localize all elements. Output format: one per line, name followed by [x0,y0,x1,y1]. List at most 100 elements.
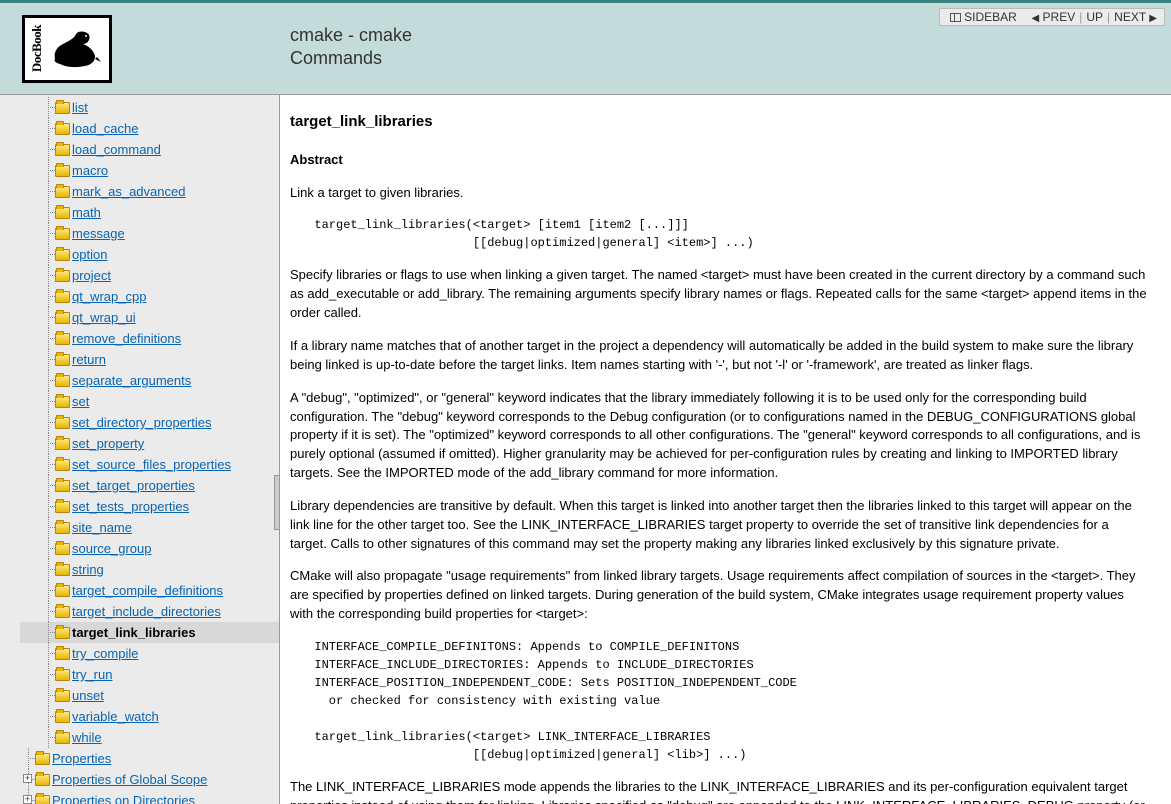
paragraph: CMake will also propagate "usage require… [290,567,1149,624]
tree-item-try_compile[interactable]: try_compile [20,643,279,664]
tree-item-source_group[interactable]: source_group [20,538,279,559]
tree-item-label[interactable]: set_target_properties [72,478,195,493]
tree-item-label[interactable]: target_include_directories [72,604,221,619]
prev-button[interactable]: ◀ PREV [1028,10,1080,24]
logo[interactable]: DocBook [22,15,112,83]
tree-item-label[interactable]: Properties of Global Scope [52,772,207,787]
tree-item-option[interactable]: option [20,244,279,265]
tree-item-site_name[interactable]: site_name [20,517,279,538]
header: DocBook cmake - cmake Commands SIDEBAR ◀… [0,3,1171,95]
tree-item-label[interactable]: project [72,268,111,283]
folder-icon [55,585,70,597]
tree-item-math[interactable]: math [20,202,279,223]
content-pane[interactable]: target_link_libraries Abstract Link a ta… [280,95,1171,804]
tree-item-target_compile_definitions[interactable]: target_compile_definitions [20,580,279,601]
sidebar-tree[interactable]: list load_cache load_commandmacro mark_as_a… [0,95,279,804]
tree-item-qt_wrap_ui[interactable]: qt_wrap_ui [20,307,279,328]
tree-item-while[interactable]: while [20,727,279,748]
folder-icon [55,648,70,660]
folder-icon [55,669,70,681]
tree-item-set[interactable]: set [20,391,279,412]
tree-item-label[interactable]: mark_as_advanced [72,184,185,199]
tree-item-label[interactable]: load_command [72,142,161,157]
tree-item-project[interactable]: project [20,265,279,286]
folder-icon [55,396,70,408]
tree-item-label[interactable]: set_property [72,436,144,451]
tree-item-label[interactable]: site_name [72,520,132,535]
sidebar: list load_cache load_commandmacro mark_as_a… [0,95,280,804]
logo-text: DocBook [29,25,45,72]
folder-icon [55,207,70,219]
tree-item-label[interactable]: set_source_files_properties [72,457,231,472]
tree-item-properties-of-global-scope[interactable]: + Properties of Global Scope [20,769,279,790]
tree-item-mark_as_advanced[interactable]: mark_as_advanced [20,181,279,202]
tree-item-label[interactable]: load_cache [72,121,139,136]
tree-item-label[interactable]: math [72,205,101,220]
up-button[interactable]: UP [1082,10,1107,24]
tree-item-properties-on-directories[interactable]: + Properties on Directories [20,790,279,804]
folder-icon [55,438,70,450]
tree-item-label[interactable]: source_group [72,541,152,556]
tree-item-return[interactable]: return [20,349,279,370]
tree-item-label[interactable]: macro [72,163,108,178]
tree-item-label[interactable]: qt_wrap_ui [72,310,136,325]
tree-item-set_directory_properties[interactable]: set_directory_properties [20,412,279,433]
tree-item-set_property[interactable]: set_property [20,433,279,454]
tree-item-label[interactable]: qt_wrap_cpp [72,289,146,304]
tree-item-label[interactable]: try_compile [72,646,138,661]
tree-item-unset[interactable]: unset [20,685,279,706]
tree-item-label[interactable]: return [72,352,106,367]
folder-icon [55,312,70,324]
abstract-text: Link a target to given libraries. [290,184,1149,203]
tree-item-label[interactable]: string [72,562,104,577]
sidebar-toggle-button[interactable]: SIDEBAR [946,10,1021,24]
tree-item-label[interactable]: remove_definitions [72,331,181,346]
folder-icon [55,165,70,177]
tree-item-list[interactable]: list [20,97,279,118]
tree-item-label[interactable]: try_run [72,667,112,682]
nav-controls: SIDEBAR ◀ PREV | UP | NEXT ▶ [939,8,1165,26]
tree-item-label[interactable]: set_tests_properties [72,499,189,514]
tree-item-target_include_directories[interactable]: target_include_directories [20,601,279,622]
expand-icon[interactable]: + [23,774,32,783]
tree-item-properties[interactable]: Properties [20,748,279,769]
tree-item-label[interactable]: set [72,394,89,409]
folder-icon [55,564,70,576]
tree-item-target_link_libraries[interactable]: target_link_libraries [20,622,279,643]
next-button[interactable]: NEXT ▶ [1110,10,1161,24]
tree-item-remove_definitions[interactable]: remove_definitions [20,328,279,349]
tree-item-label[interactable]: variable_watch [72,709,159,724]
tree-item-set_target_properties[interactable]: set_target_properties [20,475,279,496]
tree-item-label[interactable]: list [72,100,88,115]
tree-item-string[interactable]: string [20,559,279,580]
sidebar-resize-handle[interactable] [274,475,280,530]
folder-icon [55,270,70,282]
tree-item-set_tests_properties[interactable]: set_tests_properties [20,496,279,517]
folder-icon [55,102,70,114]
tree-item-load_command[interactable]: load_command [20,139,279,160]
tree-item-label[interactable]: Properties [52,751,111,766]
folder-icon [55,144,70,156]
folder-icon [55,333,70,345]
tree-item-label[interactable]: Properties on Directories [52,793,195,804]
tree-item-message[interactable]: message [20,223,279,244]
folder-icon [35,753,50,765]
tree-item-label[interactable]: option [72,247,107,262]
tree-item-load_cache[interactable]: load_cache [20,118,279,139]
tree-item-label[interactable]: message [72,226,125,241]
tree-item-label[interactable]: unset [72,688,104,703]
tree-item-label[interactable]: set_directory_properties [72,415,211,430]
tree-item-qt_wrap_cpp[interactable]: qt_wrap_cpp [20,286,279,307]
folder-icon [55,543,70,555]
tree-item-label[interactable]: separate_arguments [72,373,191,388]
tree-item-macro[interactable]: macro [20,160,279,181]
tree-item-variable_watch[interactable]: variable_watch [20,706,279,727]
tree-item-try_run[interactable]: try_run [20,664,279,685]
expand-icon[interactable]: + [23,795,32,804]
folder-icon [35,795,50,804]
tree-item-separate_arguments[interactable]: separate_arguments [20,370,279,391]
tree-item-label[interactable]: target_compile_definitions [72,583,223,598]
page-title: cmake - cmake Commands [290,25,412,69]
tree-item-label[interactable]: while [72,730,102,745]
tree-item-set_source_files_properties[interactable]: set_source_files_properties [20,454,279,475]
